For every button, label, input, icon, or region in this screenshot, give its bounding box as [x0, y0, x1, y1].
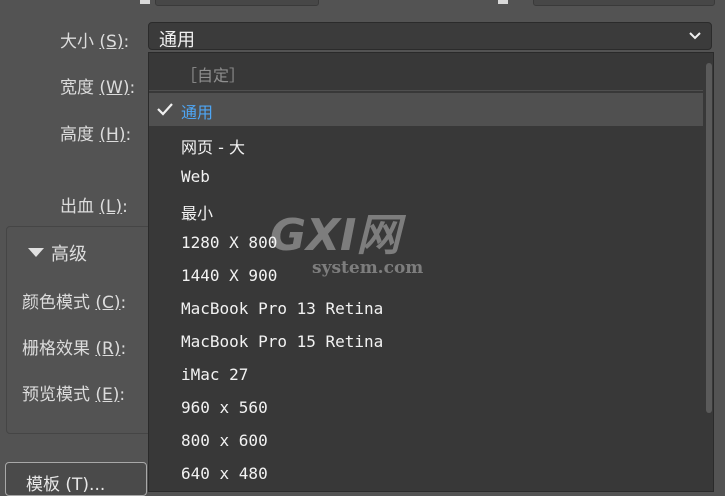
- raster-label-colon: :: [120, 339, 127, 359]
- advanced-toggle[interactable]: 高级: [25, 240, 87, 265]
- bleed-label-colon: :: [122, 197, 128, 217]
- width-label: 宽度 (W):: [60, 73, 135, 98]
- raster-label-text: 栅格效果: [22, 339, 90, 359]
- size-label-colon: :: [123, 32, 130, 52]
- top-field-left[interactable]: [155, 0, 319, 6]
- color-mode-label-key: (C): [95, 293, 121, 313]
- template-button-label: 模板 (T)...: [26, 475, 106, 495]
- bleed-label-key: (L): [99, 197, 123, 217]
- option-general-label: 通用: [181, 103, 214, 122]
- top-control-edge-right: [498, 0, 508, 4]
- option-imac-27[interactable]: iMac 27: [149, 359, 703, 392]
- menu-separator: [149, 90, 703, 91]
- size-select[interactable]: 通用: [148, 22, 712, 51]
- option-800x600-label: 800 x 600: [181, 431, 268, 450]
- option-800x600[interactable]: 800 x 600: [149, 425, 703, 458]
- width-label-key: (W): [99, 78, 130, 98]
- chevron-down-icon: [689, 32, 701, 40]
- option-640x480[interactable]: 640 x 480: [149, 458, 703, 491]
- preview-label: 预览模式 (E):: [22, 380, 126, 405]
- option-smallest-label: 最小: [181, 204, 214, 223]
- option-web[interactable]: Web: [149, 161, 703, 194]
- template-button[interactable]: 模板 (T)...: [5, 462, 147, 496]
- option-1280x800[interactable]: 1280 X 800: [149, 227, 703, 260]
- option-imac-27-label: iMac 27: [181, 365, 249, 384]
- option-custom-label: ［自定］: [181, 66, 246, 85]
- height-label-key: (H): [99, 125, 126, 145]
- option-web-large-label: 网页 - 大: [181, 138, 245, 157]
- raster-label-key: (R): [95, 339, 121, 359]
- option-macbook-pro-13-label: MacBook Pro 13 Retina: [181, 299, 384, 318]
- color-mode-label-text: 颜色模式: [22, 293, 90, 313]
- option-1440x900-label: 1440 X 900: [181, 266, 278, 285]
- triangle-down-icon: [28, 248, 44, 257]
- top-field-right[interactable]: [533, 0, 715, 6]
- option-smallest[interactable]: 最小: [149, 194, 703, 227]
- dropdown-scroll-thumb[interactable]: [706, 63, 712, 413]
- option-960x560[interactable]: 960 x 560: [149, 392, 703, 425]
- width-label-text: 宽度: [60, 78, 94, 98]
- size-dropdown-menu: ［自定］ 通用 网页 - 大 Web 最小 1280 X 800 1440 X …: [148, 52, 714, 492]
- top-control-edge: [140, 0, 150, 4]
- size-label-key: (S): [99, 32, 124, 52]
- option-960x560-label: 960 x 560: [181, 398, 268, 417]
- dropdown-scrollbar[interactable]: [703, 53, 713, 491]
- preview-label-text: 预览模式: [22, 385, 90, 405]
- size-label: 大小 (S):: [60, 27, 129, 52]
- width-label-colon: :: [129, 78, 136, 98]
- color-mode-label: 颜色模式 (C):: [22, 288, 127, 313]
- height-label-colon: :: [125, 125, 132, 145]
- advanced-label: 高级: [51, 244, 87, 265]
- raster-label: 栅格效果 (R):: [22, 334, 127, 359]
- option-640x480-label: 640 x 480: [181, 464, 268, 483]
- size-select-value: 通用: [159, 30, 195, 51]
- option-web-large[interactable]: 网页 - 大: [149, 128, 703, 161]
- height-label: 高度 (H):: [60, 120, 131, 145]
- checkmark-icon: [157, 103, 173, 116]
- option-macbook-pro-13[interactable]: MacBook Pro 13 Retina: [149, 293, 703, 326]
- option-general[interactable]: 通用: [149, 93, 703, 126]
- bleed-label-text: 出血: [60, 197, 94, 217]
- option-1440x900[interactable]: 1440 X 900: [149, 260, 703, 293]
- option-macbook-pro-15-label: MacBook Pro 15 Retina: [181, 332, 384, 351]
- size-label-text: 大小: [60, 32, 94, 52]
- color-mode-label-colon: :: [120, 293, 127, 313]
- bleed-label: 出血 (L):: [60, 192, 128, 217]
- preview-label-key: (E): [95, 385, 120, 405]
- option-web-label: Web: [181, 167, 210, 186]
- preview-label-colon: :: [119, 385, 126, 405]
- option-macbook-pro-15[interactable]: MacBook Pro 15 Retina: [149, 326, 703, 359]
- option-custom: ［自定］: [149, 56, 703, 89]
- option-1280x800-label: 1280 X 800: [181, 233, 278, 252]
- height-label-text: 高度: [60, 125, 94, 145]
